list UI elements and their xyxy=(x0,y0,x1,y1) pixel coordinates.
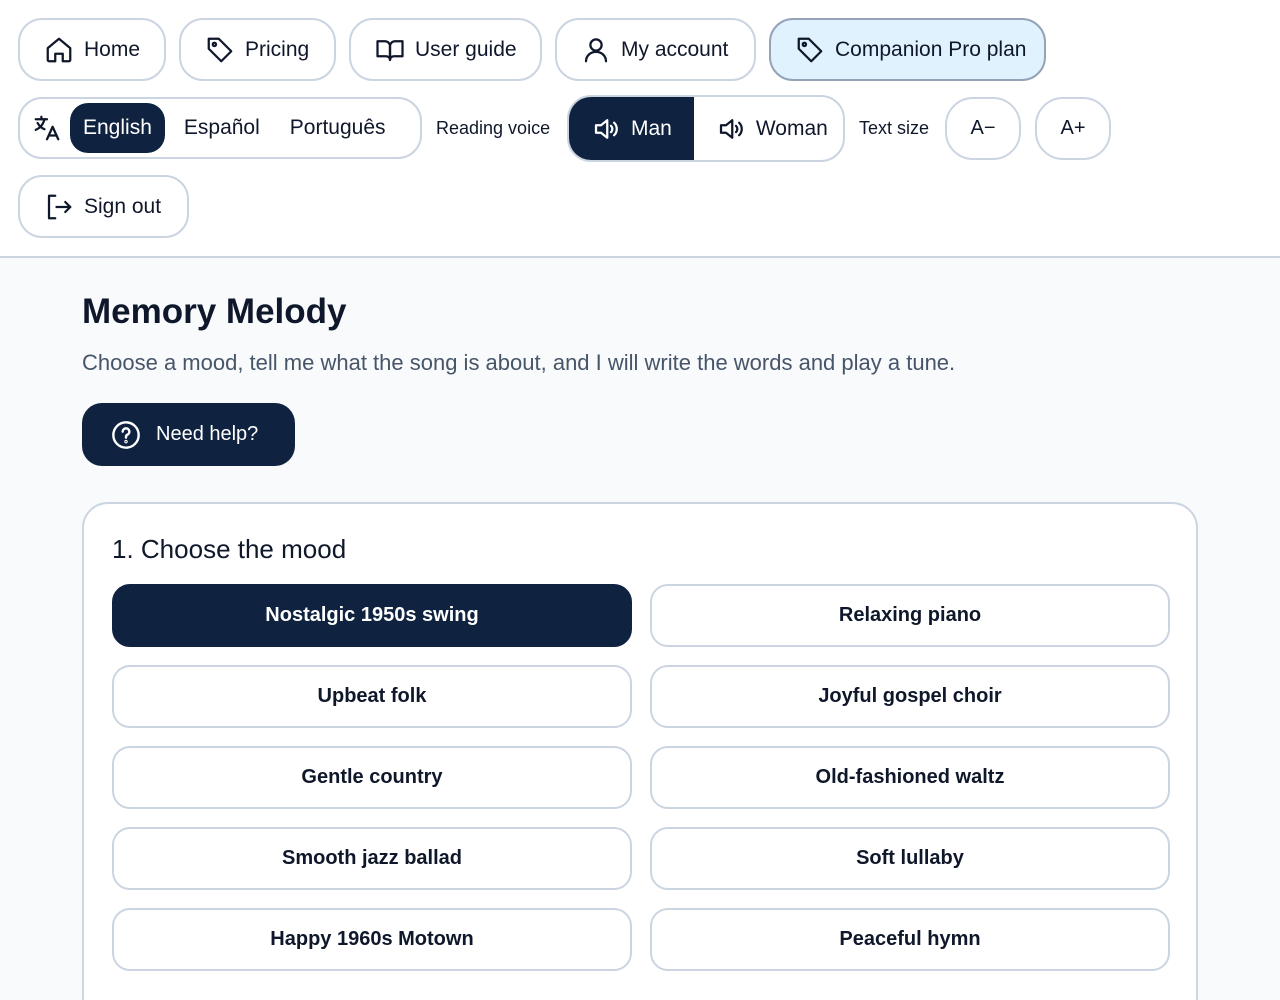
sign-out-label: Sign out xyxy=(84,194,162,218)
user-guide-label: User guide xyxy=(415,37,517,61)
logout-icon xyxy=(44,192,74,222)
text-size-label: Text size xyxy=(859,118,930,138)
mood-heading: 1. Choose the mood xyxy=(112,534,347,564)
mood-option[interactable]: Peaceful hymn xyxy=(650,908,1170,971)
language-option-english[interactable]: English xyxy=(70,103,165,153)
need-help-label: Need help? xyxy=(156,423,259,445)
voice-option-man[interactable]: Man xyxy=(569,97,694,160)
voice-option-woman[interactable]: Woman xyxy=(694,97,843,160)
home-label: Home xyxy=(84,37,141,61)
mood-option[interactable]: Old-fashioned waltz xyxy=(650,746,1170,809)
home-button[interactable]: Home xyxy=(18,18,166,81)
page-title: Memory Melody xyxy=(82,292,347,331)
mood-card: 1. Choose the mood Nostalgic 1950s swing… xyxy=(82,502,1198,1000)
user-icon xyxy=(581,35,611,65)
my-account-button[interactable]: My account xyxy=(555,18,756,81)
reading-voice-label: Reading voice xyxy=(436,118,551,138)
home-icon xyxy=(44,35,74,65)
my-account-label: My account xyxy=(621,37,729,61)
reading-voice-selector: Man Woman xyxy=(567,95,845,162)
mood-option[interactable]: Upbeat folk xyxy=(112,665,632,728)
top-toolbar: Home Pricing User guide My account Compa… xyxy=(0,0,1280,258)
voice-option-man-label: Man xyxy=(631,116,672,140)
mood-option[interactable]: Nostalgic 1950s swing xyxy=(112,584,632,647)
mood-option[interactable]: Gentle country xyxy=(112,746,632,809)
speaker-icon xyxy=(591,114,621,144)
need-help-button[interactable]: Need help? xyxy=(82,403,295,466)
pricing-button[interactable]: Pricing xyxy=(179,18,336,81)
pricing-label: Pricing xyxy=(245,37,310,61)
language-selector: English Español Português xyxy=(18,97,422,159)
plan-label: Companion Pro plan xyxy=(835,37,1027,61)
companion-pro-plan-button[interactable]: Companion Pro plan xyxy=(769,18,1046,81)
mood-option[interactable]: Relaxing piano xyxy=(650,584,1170,647)
language-option-espanol[interactable]: Español xyxy=(171,103,273,153)
speaker-icon xyxy=(716,114,746,144)
mood-options: Nostalgic 1950s swing Relaxing piano Upb… xyxy=(112,584,1170,971)
tag-icon xyxy=(205,35,235,65)
tag-icon xyxy=(795,35,825,65)
translate-icon xyxy=(32,113,62,143)
user-guide-button[interactable]: User guide xyxy=(349,18,542,81)
book-open-icon xyxy=(375,35,405,65)
mood-option[interactable]: Soft lullaby xyxy=(650,827,1170,890)
mood-option[interactable]: Joyful gospel choir xyxy=(650,665,1170,728)
page-subtitle: Choose a mood, tell me what the song is … xyxy=(82,350,956,375)
mood-option[interactable]: Smooth jazz ballad xyxy=(112,827,632,890)
decrease-text-size-button[interactable]: A− xyxy=(945,97,1021,160)
mood-option[interactable]: Happy 1960s Motown xyxy=(112,908,632,971)
voice-option-woman-label: Woman xyxy=(755,116,828,140)
increase-text-size-button[interactable]: A+ xyxy=(1035,97,1111,160)
language-option-portugues[interactable]: Português xyxy=(277,103,399,153)
help-circle-icon xyxy=(110,419,142,451)
sign-out-button[interactable]: Sign out xyxy=(18,175,189,238)
